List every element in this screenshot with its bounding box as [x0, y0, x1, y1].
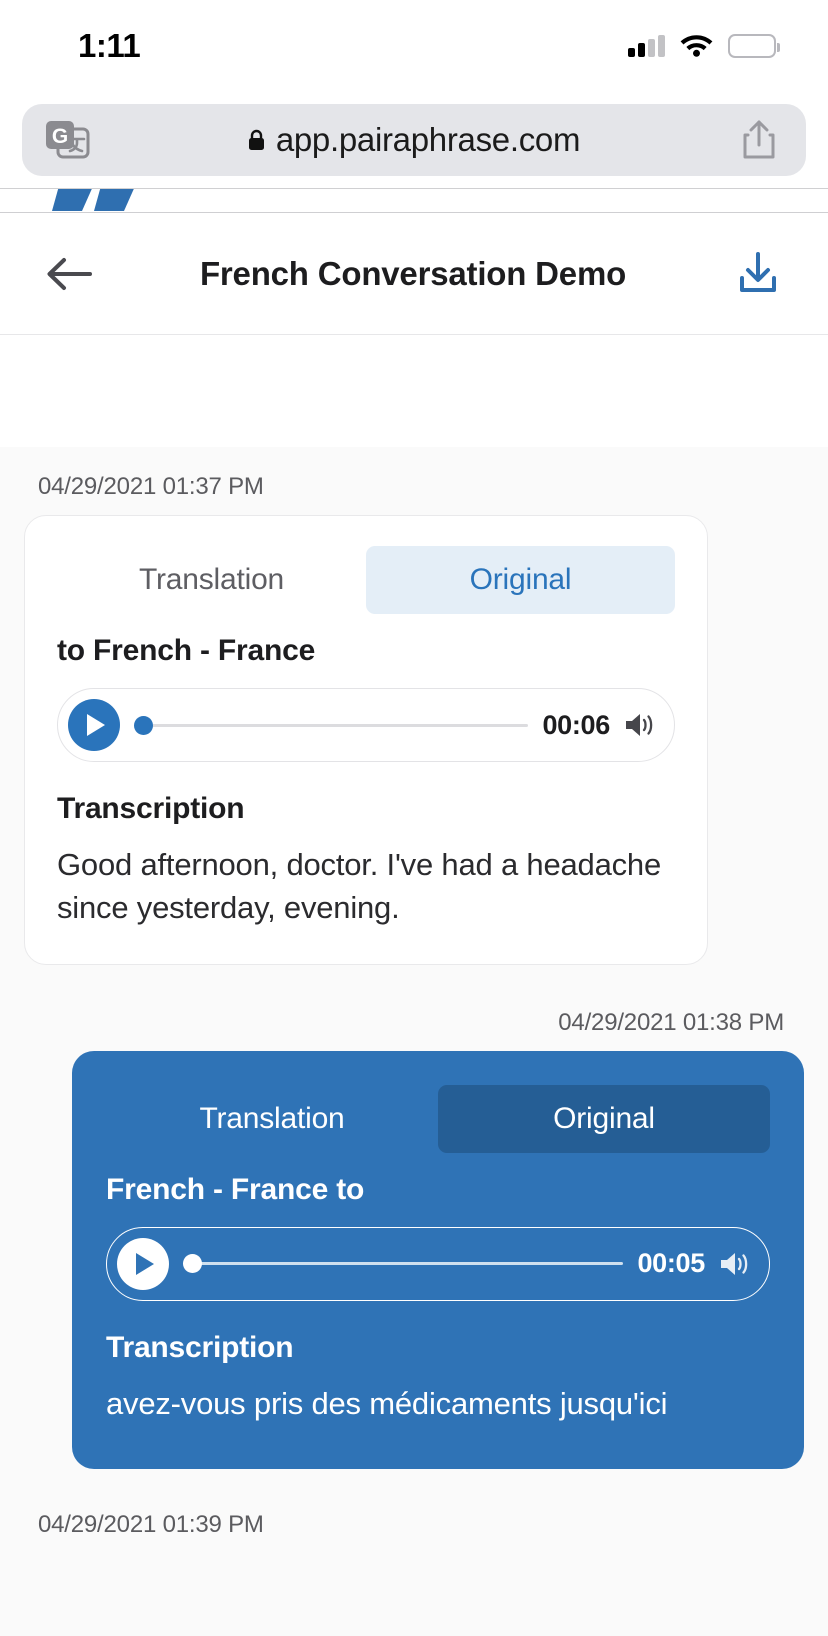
status-bar-icons — [628, 31, 776, 62]
cellular-signal-icon — [628, 35, 665, 57]
play-button[interactable] — [68, 699, 120, 751]
audio-duration: 00:06 — [542, 710, 610, 741]
browser-toolbar: G app.pairaphrase.com — [0, 92, 828, 188]
transcription-label: Transcription — [106, 1331, 770, 1365]
status-bar: 1:11 — [0, 0, 828, 92]
header-spacer — [0, 335, 828, 447]
share-icon[interactable] — [742, 119, 776, 161]
url-text: app.pairaphrase.com — [276, 121, 580, 159]
message-bubble: Translation Original to French - France … — [24, 515, 708, 965]
svg-text:G: G — [52, 125, 68, 148]
volume-icon[interactable] — [719, 1250, 751, 1278]
audio-player[interactable]: 00:06 — [57, 688, 675, 762]
play-button[interactable] — [117, 1238, 169, 1290]
audio-player[interactable]: 00:05 — [106, 1227, 770, 1301]
tab-original[interactable]: Original — [438, 1085, 770, 1153]
message-bubble: Translation Original French - France to … — [72, 1051, 804, 1470]
tab-translation[interactable]: Translation — [57, 546, 366, 614]
site-logo-strip — [0, 189, 828, 213]
message-timestamp: 04/29/2021 01:37 PM — [24, 473, 804, 501]
back-arrow-icon[interactable] — [46, 256, 92, 292]
download-icon[interactable] — [734, 250, 782, 298]
message-timestamp: 04/29/2021 01:39 PM — [24, 1511, 804, 1539]
wifi-icon — [679, 31, 714, 62]
pairaphrase-logo-icon — [52, 189, 172, 213]
language-pair-label: to French - France — [57, 634, 675, 668]
page-header: French Conversation Demo — [0, 213, 828, 335]
status-bar-clock: 1:11 — [78, 27, 140, 65]
audio-progress-slider[interactable] — [183, 1256, 623, 1272]
phone-screen: 1:11 G — [0, 0, 828, 1636]
message-timestamp: 04/29/2021 01:38 PM — [24, 1009, 804, 1037]
google-translate-icon[interactable]: G — [44, 119, 90, 161]
address-bar[interactable]: G app.pairaphrase.com — [22, 104, 806, 176]
progress-handle[interactable] — [183, 1254, 202, 1273]
battery-icon — [728, 34, 776, 58]
tab-translation[interactable]: Translation — [106, 1085, 438, 1153]
tab-original[interactable]: Original — [366, 546, 675, 614]
url-display: app.pairaphrase.com — [248, 121, 580, 159]
transcription-text: Good afternoon, doctor. I've had a heada… — [57, 844, 675, 930]
language-pair-label: French - France to — [106, 1173, 770, 1207]
webview: French Conversation Demo 04/29/2021 01:3… — [0, 188, 828, 1636]
message-tabs: Translation Original — [57, 546, 675, 614]
transcription-text: avez-vous pris des médicaments jusqu'ici — [106, 1383, 770, 1426]
progress-handle[interactable] — [134, 716, 153, 735]
audio-progress-slider[interactable] — [134, 717, 528, 733]
transcription-label: Transcription — [57, 792, 675, 826]
volume-icon[interactable] — [624, 711, 656, 739]
lock-icon — [248, 129, 265, 151]
audio-duration: 00:05 — [637, 1248, 705, 1279]
page-title: French Conversation Demo — [92, 255, 734, 293]
message-tabs: Translation Original — [106, 1085, 770, 1153]
conversation-list[interactable]: 04/29/2021 01:37 PM Translation Original… — [0, 447, 828, 1636]
